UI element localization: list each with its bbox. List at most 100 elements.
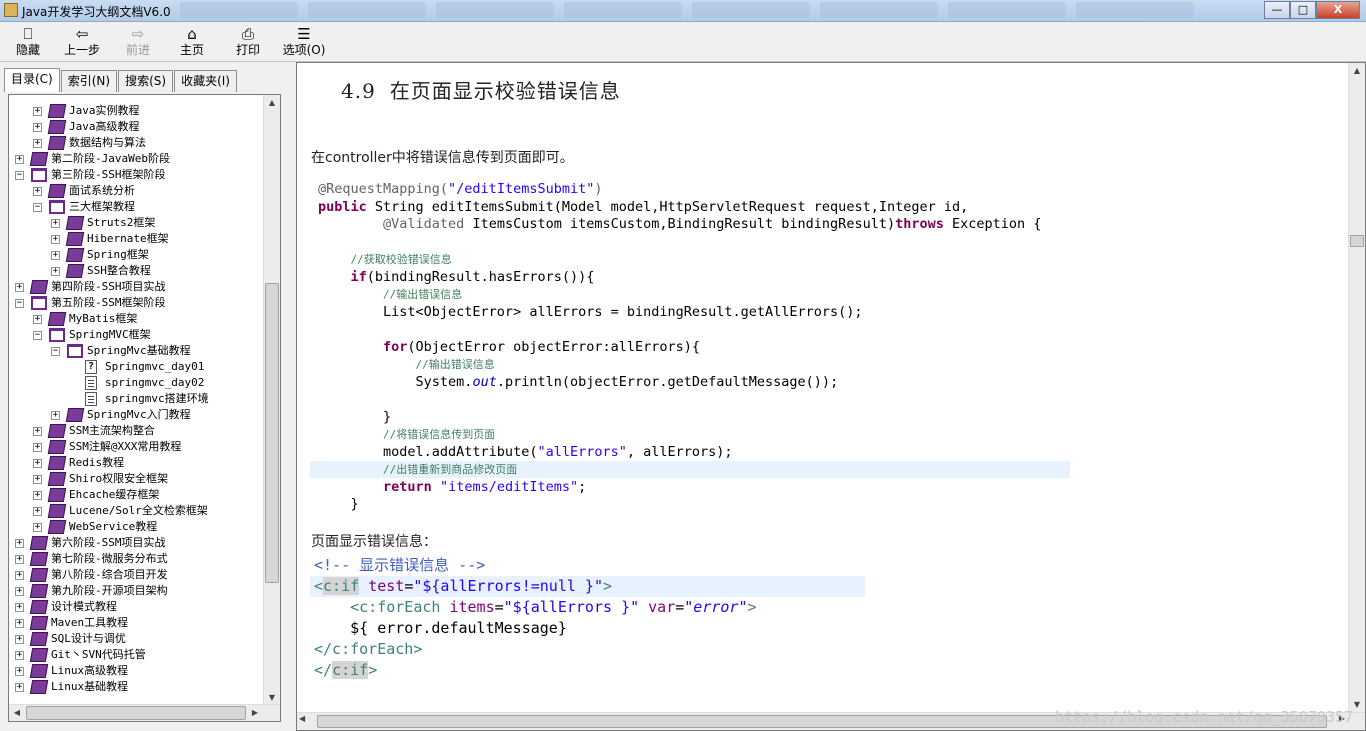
toolbar-button-4[interactable]: ⎙ 打印 xyxy=(220,22,276,62)
tree-item[interactable]: + Hibernate框架 xyxy=(9,231,261,247)
expand-toggle-icon[interactable]: + xyxy=(33,107,42,116)
toolbar-button-1[interactable]: ⇦ 上一步 xyxy=(54,22,110,62)
minimize-button[interactable]: — xyxy=(1264,1,1290,19)
collapse-toggle-icon[interactable]: − xyxy=(15,171,24,180)
toolbar-button-5[interactable]: ☰ 选项(O) xyxy=(276,22,332,62)
expand-toggle-icon[interactable]: + xyxy=(15,587,24,596)
tree-item[interactable]: ? Springmvc_day01 xyxy=(9,359,261,375)
expand-toggle-icon[interactable]: + xyxy=(51,267,60,276)
tree-item[interactable]: springmvc搭建环境 xyxy=(9,391,261,407)
expand-toggle-icon[interactable]: + xyxy=(15,619,24,628)
expand-toggle-icon[interactable]: + xyxy=(33,427,42,436)
expand-toggle-icon[interactable]: + xyxy=(33,491,42,500)
tree-item[interactable]: + MyBatis框架 xyxy=(9,311,261,327)
tree-item[interactable]: + 第六阶段-SSM项目实战 xyxy=(9,535,261,551)
tree-vertical-scrollbar[interactable]: ▲ ▼ xyxy=(263,95,280,706)
page-error-label: 页面显示错误信息： xyxy=(311,534,437,550)
tree-item[interactable]: + SpringMvc入门教程 xyxy=(9,407,261,423)
tree-item[interactable]: + Git丶SVN代码托管 xyxy=(9,647,261,663)
tree-item[interactable]: + Redis教程 xyxy=(9,455,261,471)
maximize-button[interactable]: □ xyxy=(1290,1,1316,19)
toolbar-button-3[interactable]: ⌂ 主页 xyxy=(164,22,220,62)
tree-item[interactable]: − SpringMVC框架 xyxy=(9,327,261,343)
scroll-up-icon[interactable]: ▲ xyxy=(264,95,280,111)
expand-toggle-icon[interactable]: + xyxy=(15,683,24,692)
collapse-toggle-icon[interactable]: − xyxy=(51,347,60,356)
tree-item[interactable]: + 第八阶段-综合项目开发 xyxy=(9,567,261,583)
expand-toggle-icon[interactable]: + xyxy=(33,459,42,468)
close-button[interactable]: X xyxy=(1316,1,1360,19)
tree-item[interactable]: + Java高级教程 xyxy=(9,119,261,135)
expand-toggle-icon[interactable]: + xyxy=(33,507,42,516)
tree-item[interactable]: − 三大框架教程 xyxy=(9,199,261,215)
tree-scroll-thumb[interactable] xyxy=(265,283,279,583)
expand-toggle-icon[interactable]: + xyxy=(33,443,42,452)
content-scroll-left-icon[interactable]: ◀ xyxy=(299,714,305,723)
contents-tree[interactable]: + Java实例教程 + Java高级教程 + 数据结构与算法 + 第二阶段-JavaWeb阶… xyxy=(9,103,261,695)
tree-hscroll-thumb[interactable] xyxy=(26,706,246,720)
expand-toggle-icon[interactable]: + xyxy=(33,187,42,196)
tree-item-label: 第六阶段-SSM项目实战 xyxy=(51,536,166,549)
tree-horizontal-scrollbar[interactable]: ◀ ▶ xyxy=(9,704,280,721)
tree-item[interactable]: − 第五阶段-SSM框架阶段 xyxy=(9,295,261,311)
scroll-left-icon[interactable]: ◀ xyxy=(9,705,25,721)
tree-item[interactable]: + WebService教程 xyxy=(9,519,261,535)
tree-item[interactable]: + Lucene/Solr全文检索框架 xyxy=(9,503,261,519)
tree-item[interactable]: + Ehcache缓存框架 xyxy=(9,487,261,503)
expand-toggle-icon[interactable]: + xyxy=(51,411,60,420)
expand-toggle-icon[interactable]: + xyxy=(51,235,60,244)
code-token: } xyxy=(318,496,359,512)
tree-item[interactable]: + 数据结构与算法 xyxy=(9,135,261,151)
tree-item[interactable]: + Struts2框架 xyxy=(9,215,261,231)
tree-item[interactable]: + 面试系统分析 xyxy=(9,183,261,199)
tree-item[interactable]: + 设计模式教程 xyxy=(9,599,261,615)
expand-toggle-icon[interactable]: + xyxy=(15,667,24,676)
scroll-right-icon[interactable]: ▶ xyxy=(247,705,263,721)
expand-toggle-icon[interactable]: + xyxy=(33,523,42,532)
collapse-toggle-icon[interactable]: − xyxy=(33,203,42,212)
code-line: <c:if test="${allErrors!=null }"> xyxy=(314,576,612,597)
expand-toggle-icon[interactable]: + xyxy=(15,539,24,548)
toolbar-button-0[interactable]: ⎕ 隐藏 xyxy=(0,22,56,62)
tree-item[interactable]: + 第二阶段-JavaWeb阶段 xyxy=(9,151,261,167)
expand-toggle-icon[interactable]: + xyxy=(15,603,24,612)
tree-item[interactable]: + SQL设计与调优 xyxy=(9,631,261,647)
content-vertical-scrollbar[interactable]: ▲ ▼ xyxy=(1348,63,1365,713)
tree-item[interactable]: + Spring框架 xyxy=(9,247,261,263)
expand-toggle-icon[interactable]: + xyxy=(15,283,24,292)
tree-item[interactable]: + 第七阶段-微服务分布式 xyxy=(9,551,261,567)
tree-item[interactable]: − SpringMvc基础教程 xyxy=(9,343,261,359)
content-scroll-thumb[interactable] xyxy=(1350,235,1364,247)
tree-item[interactable]: + Maven工具教程 xyxy=(9,615,261,631)
nav-tab-3[interactable]: 收藏夹(I) xyxy=(174,70,237,92)
tree-item[interactable]: + 第九阶段-开源项目架构 xyxy=(9,583,261,599)
tree-item[interactable]: + SSM注解@XXX常用教程 xyxy=(9,439,261,455)
tree-item[interactable]: + SSM主流架构整合 xyxy=(9,423,261,439)
expand-toggle-icon[interactable]: + xyxy=(51,219,60,228)
nav-tab-0[interactable]: 目录(C) xyxy=(4,68,60,92)
expand-toggle-icon[interactable]: + xyxy=(15,155,24,164)
tree-item[interactable]: + Java实例教程 xyxy=(9,103,261,119)
expand-toggle-icon[interactable]: + xyxy=(15,555,24,564)
expand-toggle-icon[interactable]: + xyxy=(33,123,42,132)
collapse-toggle-icon[interactable]: − xyxy=(33,331,42,340)
expand-toggle-icon[interactable]: + xyxy=(51,251,60,260)
tree-item[interactable]: − 第三阶段-SSH框架阶段 xyxy=(9,167,261,183)
collapse-toggle-icon[interactable]: − xyxy=(15,299,24,308)
expand-toggle-icon[interactable]: + xyxy=(15,651,24,660)
tree-item[interactable]: + Linux基础教程 xyxy=(9,679,261,695)
content-scroll-up-icon[interactable]: ▲ xyxy=(1349,63,1365,79)
tree-item[interactable]: + SSH整合教程 xyxy=(9,263,261,279)
expand-toggle-icon[interactable]: + xyxy=(33,475,42,484)
nav-tab-1[interactable]: 索引(N) xyxy=(60,70,118,92)
tree-item[interactable]: + Shiro权限安全框架 xyxy=(9,471,261,487)
nav-tab-2[interactable]: 搜索(S) xyxy=(118,70,174,92)
tree-item[interactable]: springmvc_day02 xyxy=(9,375,261,391)
expand-toggle-icon[interactable]: + xyxy=(33,315,42,324)
tree-item[interactable]: + 第四阶段-SSH项目实战 xyxy=(9,279,261,295)
expand-toggle-icon[interactable]: + xyxy=(15,571,24,580)
expand-toggle-icon[interactable]: + xyxy=(15,635,24,644)
tree-item[interactable]: + Linux高级教程 xyxy=(9,663,261,679)
expand-toggle-icon[interactable]: + xyxy=(33,139,42,148)
toolbar-button-2[interactable]: ⇨ 前进 xyxy=(110,22,166,62)
